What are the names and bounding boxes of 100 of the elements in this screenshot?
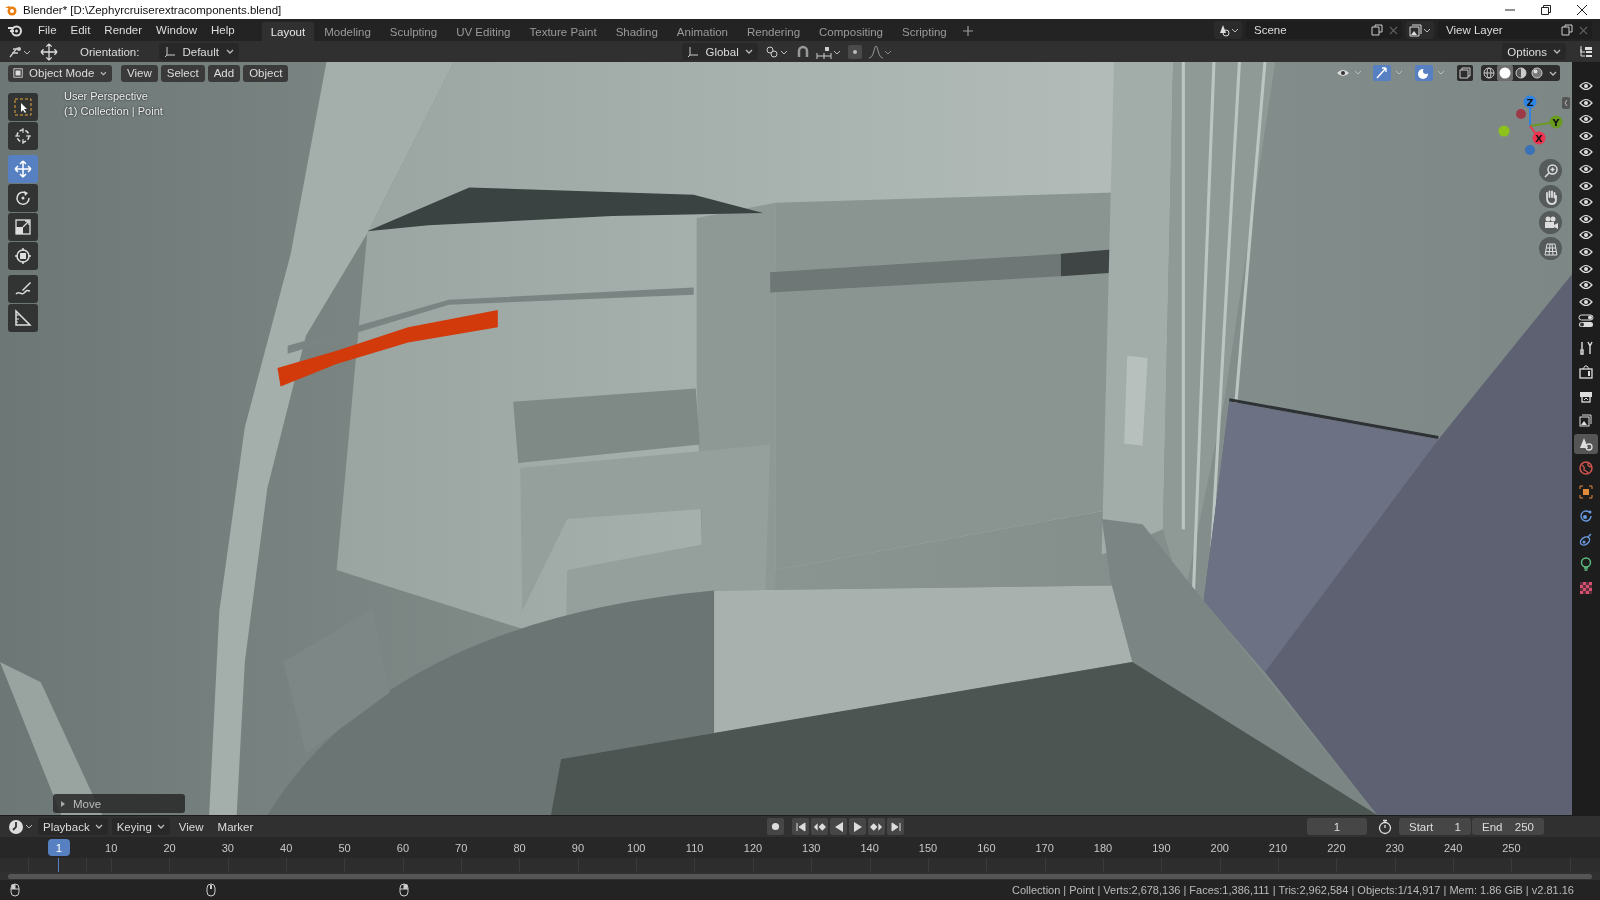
mouse-icon (206, 883, 216, 897)
axis-gizmo-drawing[interactable]: Z Y X (1495, 90, 1570, 160)
camera-back-icon (1579, 364, 1593, 379)
scene-field[interactable]: Scene (1246, 21, 1402, 39)
next-keyframe-button[interactable] (868, 818, 886, 835)
timeline-menu[interactable]: Keying (111, 818, 170, 835)
tools-icon (1579, 340, 1593, 355)
current-frame-indicator[interactable]: 1 (48, 839, 70, 856)
eye-icon[interactable] (1579, 114, 1593, 125)
tool-button[interactable] (8, 304, 38, 332)
zoom-icon (1542, 162, 1559, 179)
link-icon (1579, 532, 1593, 547)
outliner-icon[interactable] (1579, 44, 1593, 59)
falloff-curve-icon[interactable] (867, 44, 894, 59)
eye-icon[interactable] (1579, 213, 1593, 224)
caret-icon (1553, 49, 1561, 54)
xray-toggle-icon[interactable] (1457, 65, 1473, 81)
copy-icon[interactable] (1371, 24, 1383, 36)
play-button[interactable] (849, 818, 867, 835)
menu-item[interactable]: File (31, 20, 64, 40)
tool-button[interactable] (8, 275, 38, 303)
collapse-arrow-icon[interactable] (1562, 97, 1570, 109)
record-button[interactable] (767, 818, 785, 835)
eye-icon[interactable] (1579, 180, 1593, 191)
stopwatch-icon[interactable] (1377, 818, 1393, 835)
eye-icon[interactable] (1579, 97, 1593, 108)
tool-button[interactable] (8, 242, 38, 270)
caret-icon (94, 824, 103, 829)
proportional-edit-icon[interactable] (847, 44, 862, 59)
play-icon (852, 821, 863, 832)
last-operator-panel[interactable]: Move (53, 794, 185, 813)
eye-icon[interactable] (1579, 280, 1593, 291)
view-layer-field[interactable]: View Layer (1438, 21, 1592, 39)
delete-icon[interactable] (1389, 25, 1398, 35)
menu-item[interactable]: Help (204, 20, 242, 40)
previous-keyframe-button[interactable] (811, 818, 829, 835)
snap-increment-icon[interactable] (815, 44, 842, 59)
timeline-menu[interactable]: Marker (212, 818, 259, 835)
move-arrows-icon[interactable] (40, 42, 58, 61)
end-frame-field[interactable]: End 250 (1472, 818, 1544, 835)
clock-icon[interactable] (8, 818, 34, 835)
jump-start-button[interactable] (792, 818, 810, 835)
eye-icon[interactable] (1579, 230, 1593, 241)
menu-item[interactable]: Render (97, 20, 150, 40)
frame-number: 220 (1326, 841, 1347, 854)
options-dropdown[interactable]: Options (1502, 43, 1566, 60)
eye-icon[interactable] (1579, 81, 1593, 91)
menu-item[interactable]: Window (149, 20, 204, 40)
view-name-label: User Perspective (64, 90, 149, 102)
view-layer-browse-button[interactable] (1406, 21, 1434, 39)
shading-mode-button[interactable] (1497, 65, 1513, 81)
frame-number: 130 (801, 841, 822, 854)
copy-icon[interactable] (1561, 24, 1573, 36)
play-reverse-button[interactable] (830, 818, 848, 835)
eye-icon[interactable] (1579, 246, 1593, 257)
current-frame-field[interactable]: 1 (1307, 818, 1367, 835)
transform-orientation-dropdown[interactable]: Global (682, 43, 758, 60)
add-workspace-icon[interactable] (962, 26, 973, 36)
start-frame-field[interactable]: Start 1 (1399, 818, 1471, 835)
wireframe-sphere-icon (1483, 67, 1495, 79)
menu-item[interactable]: Edit (63, 20, 98, 40)
delete-icon[interactable] (1579, 25, 1588, 35)
eye-icon[interactable] (1579, 163, 1593, 174)
tool-button[interactable] (8, 213, 38, 241)
magnet-icon[interactable] (795, 44, 810, 59)
mouse-icon (399, 883, 409, 897)
scene-icon (1579, 436, 1593, 451)
shading-mode-button[interactable] (1481, 65, 1497, 81)
tool-button[interactable] (8, 93, 38, 121)
frame-number: 10 (104, 841, 119, 854)
shading-mode-button[interactable] (1529, 65, 1545, 81)
pivot-point-icon[interactable] (763, 44, 790, 59)
eye-icon[interactable] (1579, 263, 1593, 274)
caret-icon[interactable] (1549, 70, 1557, 76)
eye-icon[interactable] (1579, 197, 1593, 208)
toggle-icon[interactable] (1578, 313, 1594, 328)
properties-tab[interactable] (1574, 433, 1598, 454)
frame-number: 190 (1151, 841, 1172, 854)
frame-number: 150 (917, 841, 939, 854)
workspace-tab[interactable]: Layout (261, 22, 315, 41)
eye-icon[interactable] (1579, 147, 1593, 158)
eye-icon[interactable] (1579, 130, 1593, 141)
frame-number: 20 (162, 841, 177, 854)
tool-settings-icon[interactable] (8, 44, 32, 59)
scene-browse-button[interactable] (1214, 21, 1242, 39)
tool-button[interactable] (8, 122, 38, 150)
frame-number: 100 (626, 841, 647, 854)
timeline-menu[interactable]: Playback (38, 818, 108, 835)
jump-end-button[interactable] (887, 818, 905, 835)
timeline-menu[interactable]: View (173, 818, 209, 835)
tool-button[interactable] (8, 184, 38, 212)
frame-number: 200 (1209, 841, 1230, 854)
axes-icon (164, 45, 177, 58)
blender-logo-icon[interactable] (7, 23, 23, 37)
shading-mode-button[interactable] (1513, 65, 1529, 81)
orientation-dropdown[interactable]: Default (159, 43, 240, 60)
status-text: Collection | Point | Verts:2,678,136 | Faces:1,386,111 | Tris:2,962,584 | Objects:1/14,917 | Mem: 1.86 GiB | v2.81.16 (1012, 884, 1574, 896)
scrollbar-thumb[interactable] (8, 873, 1592, 879)
eye-icon[interactable] (1579, 296, 1593, 307)
previous-keyframe-icon (813, 821, 827, 832)
